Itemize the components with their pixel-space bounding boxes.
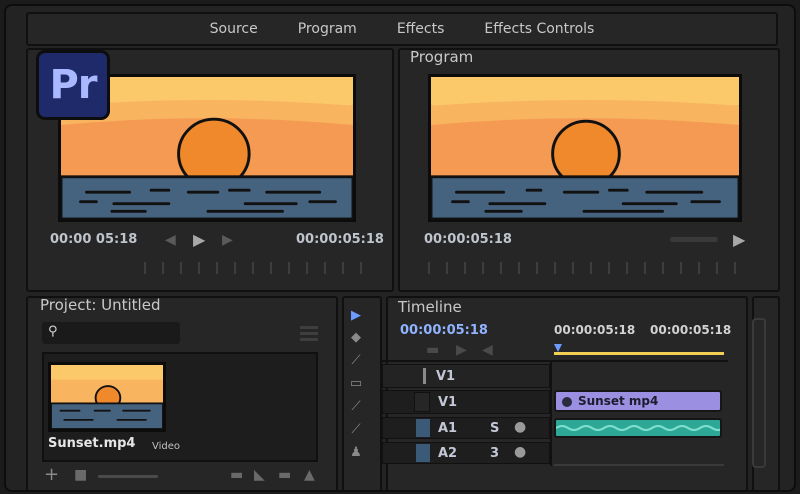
tab-source[interactable]: Source [210, 21, 258, 37]
project-search-input[interactable]: ⚲ [42, 322, 180, 344]
ripple-edit-icon[interactable]: ⟋ [346, 353, 366, 368]
source-ruler[interactable] [140, 262, 370, 274]
snap-icon[interactable]: ▬ [426, 342, 439, 358]
minus-icon[interactable]: ▬ [230, 467, 243, 483]
program-preview [428, 74, 742, 222]
track-select-icon[interactable]: ◆ [346, 330, 366, 345]
work-area-bar[interactable] [554, 352, 724, 355]
marker-icon[interactable]: ▶ [456, 342, 467, 358]
playhead-marker[interactable] [554, 344, 562, 352]
play-icon[interactable]: ▶ [193, 230, 205, 249]
tab-program[interactable]: Program [298, 21, 357, 37]
clip-type: Video [152, 441, 181, 452]
tab-effects[interactable]: Effects [397, 21, 445, 37]
solo-button-a1[interactable]: S [490, 421, 499, 436]
program-title: Program [410, 48, 474, 66]
program-ruler[interactable] [424, 262, 744, 274]
timeline-divider [382, 360, 728, 362]
video-clip-label: Sunset mp4 [578, 394, 659, 408]
ruler-timecode-1: 00:00:05:18 [554, 323, 636, 337]
premiere-logo: Pr [36, 50, 110, 120]
clip-thumbnail[interactable] [48, 362, 166, 432]
tab-effects-controls[interactable]: Effects Controls [484, 21, 594, 37]
track-target-a2[interactable] [416, 444, 430, 462]
timeline-current-timecode[interactable]: 00:00:05:18 [400, 323, 488, 338]
timeline-bottom-line [554, 464, 724, 466]
audio-waveform [556, 425, 720, 431]
track-label-a1: A1 [438, 421, 458, 436]
sunset-image-program [431, 77, 739, 219]
track-toggle-v1[interactable] [414, 392, 430, 412]
track-header-v1[interactable] [382, 390, 550, 414]
project-title: Project: Untitled [40, 296, 161, 314]
selection-tool-icon[interactable]: ▶ [346, 308, 366, 323]
hand-tool-icon[interactable]: ♟ [346, 445, 366, 460]
program-scrub-bar[interactable] [670, 237, 718, 242]
program-timecode: 00:00:05:18 [424, 232, 512, 247]
list-view-icon[interactable] [300, 326, 318, 344]
track-lock-icon[interactable] [423, 368, 426, 384]
tools-panel [342, 296, 382, 490]
mic-icon[interactable]: ● [514, 419, 526, 435]
panel-tabs: Source Program Effects Effects Controls [26, 12, 778, 46]
list-mode-icon[interactable]: ■ [74, 467, 87, 483]
track-label-a2: A2 [438, 446, 458, 461]
track-label-v1: V1 [438, 395, 458, 410]
audio-clip[interactable] [554, 418, 722, 438]
source-timecode-duration: 00:00:05:18 [296, 232, 384, 247]
ruler-timecode-2: 00:00:05:18 [650, 323, 732, 337]
vertical-scrollbar[interactable] [752, 318, 766, 468]
source-timecode-current: 00:00 05:18 [50, 232, 138, 247]
new-item-icon[interactable]: ▬ [278, 467, 291, 483]
clip-fx-icon [562, 397, 572, 407]
rectangle-tool-icon[interactable]: ▭ [346, 376, 366, 391]
track-target-a1[interactable] [416, 419, 430, 437]
track-header-v1-top [382, 364, 550, 388]
razor-tool-icon[interactable]: ⟋ [346, 399, 366, 414]
video-clip[interactable]: Sunset mp4 [554, 390, 722, 412]
linked-selection-icon[interactable]: ◀ [482, 342, 493, 358]
track-label-v1-top: V1 [436, 369, 456, 384]
solo-button-a2[interactable]: 3 [490, 446, 499, 461]
timeline-title: Timeline [398, 298, 462, 316]
header-divider [550, 360, 552, 466]
clip-name[interactable]: Sunset.mp4 [48, 436, 135, 451]
mic-icon-a2[interactable]: ● [514, 444, 526, 460]
program-play-icon[interactable]: ▶ [733, 230, 745, 249]
search-icon: ⚲ [48, 324, 58, 339]
zoom-slider[interactable] [98, 475, 158, 478]
add-icon[interactable]: + [44, 464, 59, 485]
trash-icon[interactable]: ▲ [304, 467, 315, 483]
new-bin-icon[interactable]: ◣ [254, 467, 265, 483]
pen-tool-icon[interactable]: ⟋ [346, 422, 366, 437]
clip-thumbnail-image [51, 365, 163, 429]
step-back-icon[interactable]: ◀ [165, 232, 176, 248]
step-forward-icon[interactable]: ▶ [222, 232, 233, 248]
